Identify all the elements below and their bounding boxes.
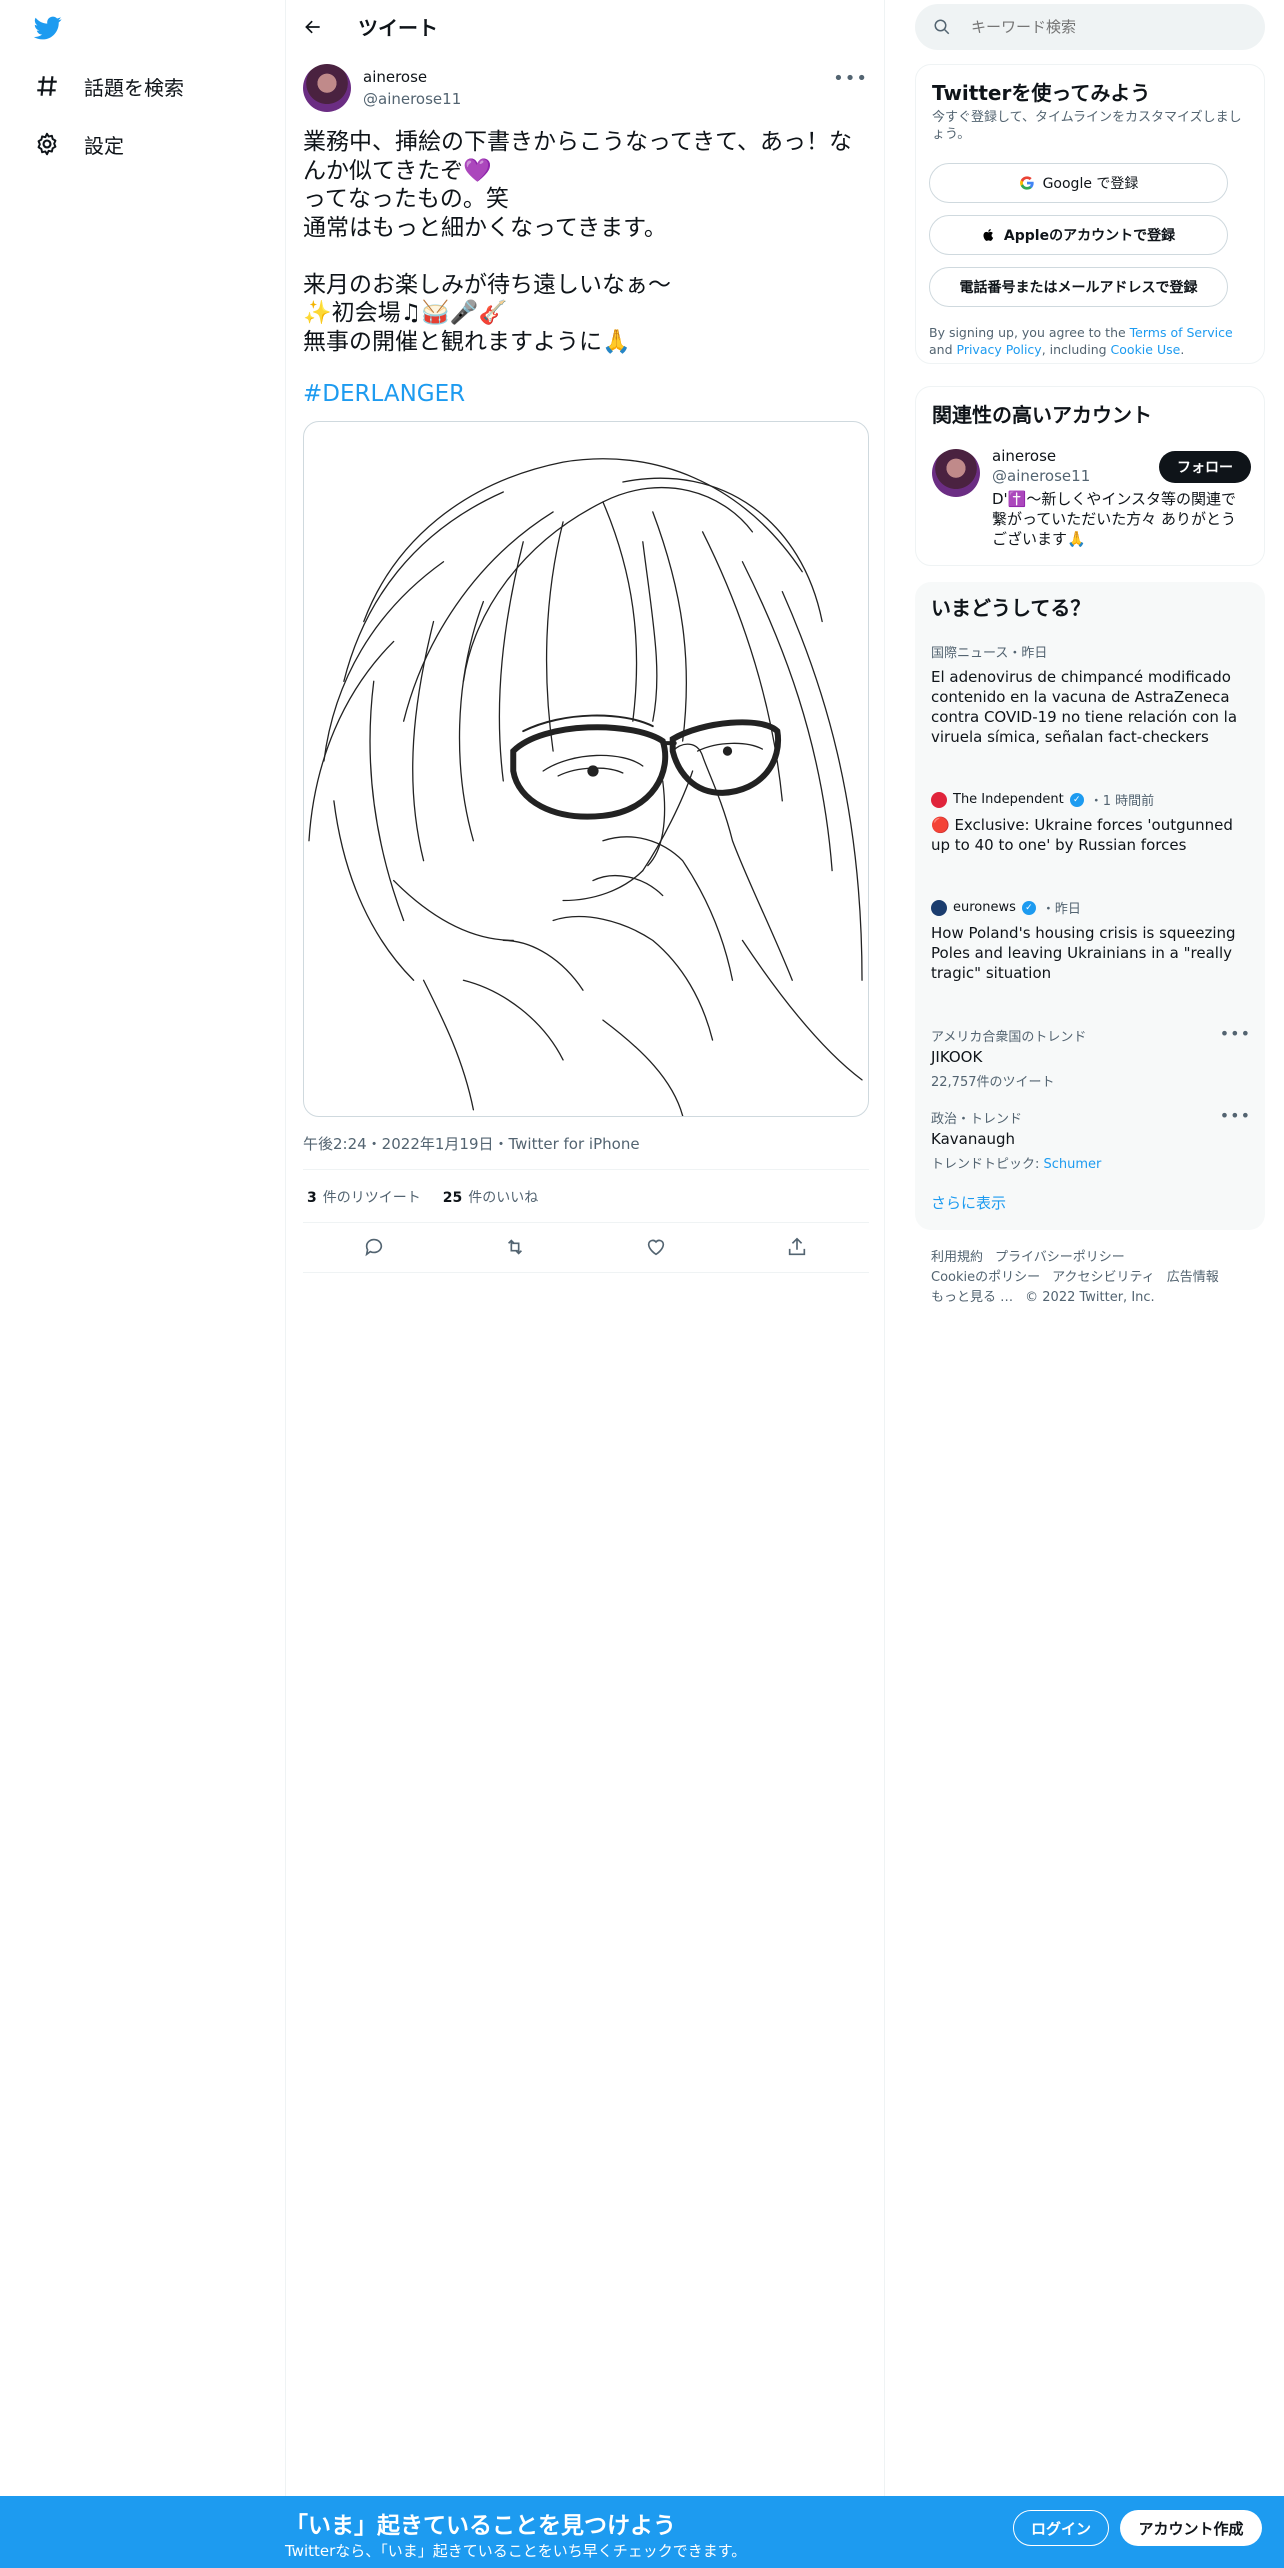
apple-signup-button[interactable]: Appleのアカウントで登録 bbox=[929, 215, 1228, 255]
like-icon[interactable] bbox=[643, 1234, 669, 1260]
banner-subtitle: Twitterなら、「いま」起きていることをいち早くチェックできます。 bbox=[285, 2542, 747, 2560]
back-arrow-icon[interactable] bbox=[300, 14, 326, 40]
related-name[interactable]: ainerose bbox=[992, 447, 1056, 465]
trend-item[interactable]: euronews ✓ ・昨日 How Poland's housing cris… bbox=[931, 898, 1251, 983]
euronews-logo-icon bbox=[931, 899, 947, 916]
nav-settings-label: 設定 bbox=[84, 133, 124, 158]
trend-item[interactable]: 国際ニュース・昨日 El adenovirus de chimpancé mod… bbox=[931, 642, 1251, 747]
hashtag-link[interactable]: #DERLANGER bbox=[303, 381, 465, 407]
google-icon bbox=[1019, 176, 1034, 190]
footer-link[interactable]: もっと見る … bbox=[931, 1290, 1013, 1305]
copyright: © 2022 Twitter, Inc. bbox=[1025, 1290, 1155, 1305]
left-sidebar: 話題を検索 設定 bbox=[0, 0, 285, 2568]
search-input[interactable] bbox=[971, 4, 1251, 50]
related-title: 関連性の高いアカウント bbox=[932, 403, 1152, 427]
author-handle[interactable]: @ainerose11 bbox=[363, 90, 461, 108]
bottom-banner: 「いま」起きていることを見つけよう Twitterなら、「いま」起きていることを… bbox=[0, 2496, 1284, 2568]
banner-title: 「いま」起きていることを見つけよう bbox=[285, 2513, 676, 2539]
privacy-link[interactable]: Privacy Policy bbox=[957, 342, 1042, 357]
nav-settings[interactable]: 設定 bbox=[34, 124, 124, 164]
trend-item[interactable]: The Independent ✓ ・1 時間前 🔴 Exclusive: Uk… bbox=[931, 790, 1251, 855]
more-options-icon[interactable]: ••• bbox=[1220, 1024, 1251, 1043]
hashtag-icon bbox=[37, 76, 57, 96]
reply-icon[interactable] bbox=[361, 1234, 387, 1260]
avatar[interactable] bbox=[932, 449, 980, 497]
related-accounts-card: 関連性の高いアカウント ainerose @ainerose11 フォロー D'… bbox=[915, 386, 1265, 566]
likes-stat[interactable]: 25 件のいいね bbox=[443, 1187, 538, 1207]
footer-link[interactable]: 利用規約 bbox=[931, 1250, 983, 1265]
search-box[interactable] bbox=[915, 4, 1265, 50]
footer-link[interactable]: 広告情報 bbox=[1167, 1270, 1219, 1285]
share-icon[interactable] bbox=[784, 1234, 810, 1260]
cookie-link[interactable]: Cookie Use bbox=[1111, 342, 1181, 357]
tweet-text: 業務中、挿絵の下書きからこうなってきて、あっ！なんか似てきたぞ💜 ってなったもの… bbox=[303, 129, 853, 355]
divider bbox=[303, 1169, 869, 1170]
footer-link[interactable]: Cookieのポリシー bbox=[931, 1270, 1040, 1285]
search-icon bbox=[934, 19, 950, 35]
divider bbox=[303, 1222, 869, 1223]
terms-link[interactable]: Terms of Service bbox=[1130, 325, 1233, 340]
show-more-link[interactable]: さらに表示 bbox=[931, 1192, 1006, 1213]
twitter-logo-icon[interactable] bbox=[32, 14, 64, 42]
retweet-icon[interactable] bbox=[502, 1234, 528, 1260]
more-options-icon[interactable]: ••• bbox=[833, 68, 868, 89]
signup-card: Twitterを使ってみよう 今すぐ登録して、タイムラインをカスタマイズしましょ… bbox=[915, 64, 1265, 364]
footer-links: 利用規約 プライバシーポリシー Cookieのポリシー アクセシビリティ 広告情報 も… bbox=[931, 1248, 1251, 1308]
main-column: ツイート ainerose @ainerose11 ••• 業務中、挿絵の下書き… bbox=[285, 0, 885, 2568]
avatar[interactable] bbox=[303, 64, 351, 112]
signup-subtitle: 今すぐ登録して、タイムラインをカスタマイズしましょう。 bbox=[932, 110, 1242, 142]
retweets-stat[interactable]: 3 件のリツイート bbox=[307, 1187, 421, 1207]
trends-card: いまどうしてる？ 国際ニュース・昨日 El adenovirus de chim… bbox=[915, 582, 1265, 1230]
tweet-image[interactable] bbox=[303, 421, 869, 1117]
follow-button[interactable]: フォロー bbox=[1159, 451, 1251, 483]
verified-badge-icon: ✓ bbox=[1021, 900, 1036, 915]
login-button[interactable]: ログイン bbox=[1013, 2510, 1109, 2546]
page-title: ツイート bbox=[358, 16, 438, 40]
independent-logo-icon bbox=[931, 791, 947, 808]
apple-icon bbox=[983, 228, 994, 241]
signup-title: Twitterを使ってみよう bbox=[932, 81, 1151, 105]
trend-item[interactable]: ••• アメリカ合衆国のトレンド JIKOOK 22,757件のツイート bbox=[931, 1024, 1251, 1090]
author-name[interactable]: ainerose bbox=[363, 68, 427, 86]
phone-email-signup-button[interactable]: 電話番号またはメールアドレスで登録 bbox=[929, 267, 1228, 307]
tweet-author: ainerose @ainerose11 ••• bbox=[303, 64, 868, 114]
signup-button[interactable]: アカウント作成 bbox=[1120, 2510, 1262, 2546]
footer-link[interactable]: アクセシビリティ bbox=[1052, 1270, 1155, 1285]
related-bio: D'✝️〜新しくやインスタ等の関連で繋がっていただいた方々 ありがとうございます… bbox=[992, 490, 1237, 548]
right-sidebar: Twitterを使ってみよう 今すぐ登録して、タイムラインをカスタマイズしましょ… bbox=[915, 0, 1265, 2568]
main-header: ツイート bbox=[286, 0, 884, 54]
sketch-illustration bbox=[308, 458, 863, 1116]
verified-badge-icon: ✓ bbox=[1069, 792, 1084, 807]
signup-legal: By signing up, you agree to the Terms of… bbox=[929, 325, 1233, 357]
nav-explore[interactable]: 話題を検索 bbox=[34, 66, 184, 106]
trends-title: いまどうしてる？ bbox=[931, 596, 1091, 620]
divider bbox=[303, 1272, 869, 1273]
more-options-icon[interactable]: ••• bbox=[1220, 1106, 1251, 1125]
tweet-actions bbox=[303, 1234, 869, 1260]
google-signup-button[interactable]: Google で登録 bbox=[929, 163, 1228, 203]
trend-topic-link[interactable]: Schumer bbox=[1044, 1157, 1102, 1172]
related-handle[interactable]: @ainerose11 bbox=[992, 467, 1090, 485]
tweet-stats: 3 件のリツイート 25 件のいいね bbox=[307, 1187, 538, 1207]
footer-link[interactable]: プライバシーポリシー bbox=[995, 1250, 1125, 1265]
gear-icon bbox=[37, 132, 57, 156]
trend-item[interactable]: ••• 政治・トレンド Kavanaugh トレンドトピック: Schumer bbox=[931, 1106, 1251, 1172]
tweet-meta: 午後2:24・2022年1月19日・Twitter for iPhone bbox=[303, 1135, 640, 1153]
nav-explore-label: 話題を検索 bbox=[84, 75, 184, 100]
